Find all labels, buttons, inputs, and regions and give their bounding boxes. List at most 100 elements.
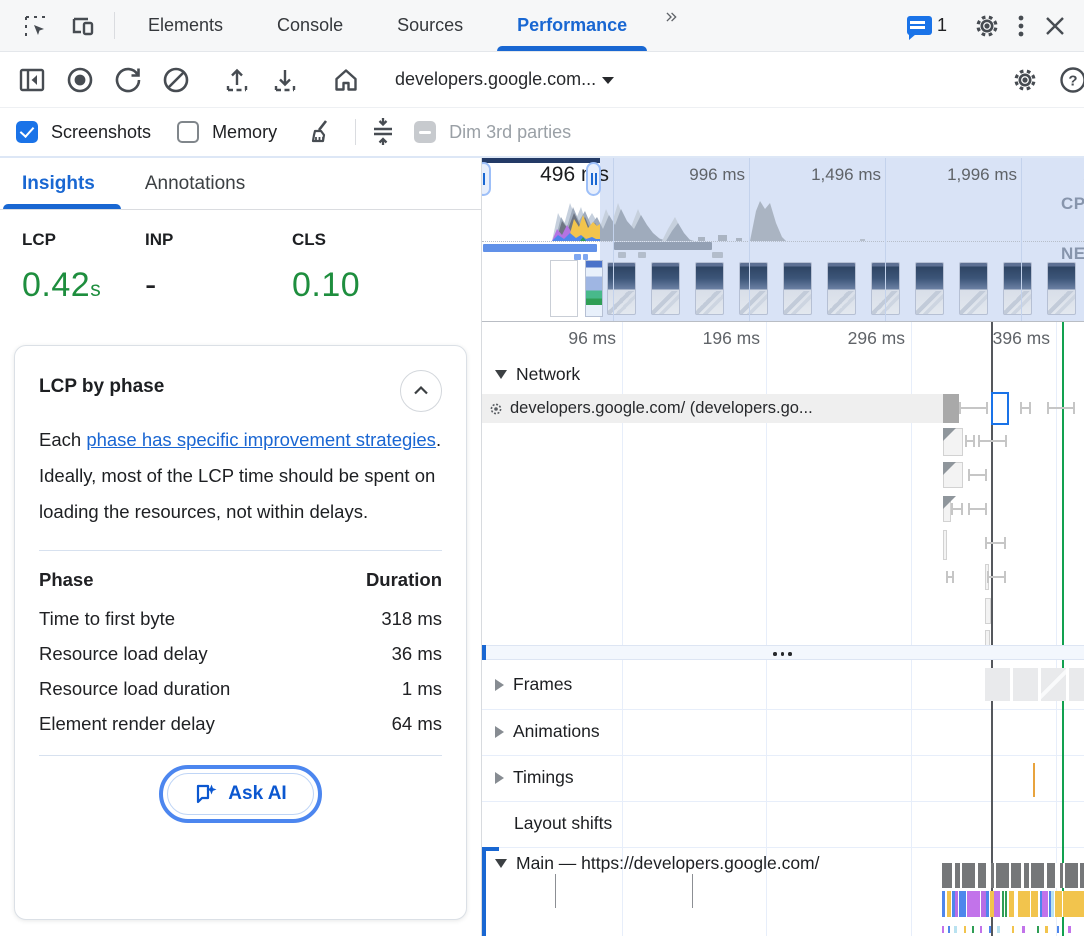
inspect-element-icon[interactable] <box>18 9 52 43</box>
issues-count: 1 <box>937 15 947 36</box>
main-flamechart-mini-row[interactable] <box>942 926 1084 933</box>
frame-block[interactable] <box>1069 668 1084 701</box>
filmstrip-frame[interactable] <box>695 262 724 315</box>
request-corner-fold <box>943 428 956 441</box>
overview-tick-label: 2,496 ms <box>1043 165 1084 185</box>
window-right-handle[interactable] <box>586 162 601 196</box>
history-url-selector[interactable]: developers.google.com... <box>383 69 626 90</box>
record-icon[interactable] <box>63 63 97 97</box>
timings-track-header[interactable]: Timings <box>495 767 574 788</box>
tab-performance[interactable]: Performance <box>490 0 654 51</box>
show-sidebar-icon[interactable] <box>15 63 49 97</box>
network-track-header[interactable]: Network <box>495 364 580 385</box>
frame-block[interactable] <box>985 668 1010 701</box>
tab-elements[interactable]: Elements <box>121 0 250 51</box>
dim-3rd-parties-checkbox[interactable] <box>414 121 436 143</box>
issues-counter[interactable]: 1 <box>907 15 947 36</box>
caret-down-icon <box>602 77 614 84</box>
dim-3rd-parties-label[interactable]: Dim 3rd parties <box>449 122 571 143</box>
main-flamechart-top-row[interactable] <box>942 863 1084 888</box>
close-icon[interactable] <box>1038 9 1072 43</box>
timeline-panel: CPU NET 496 ms996 ms1,496 ms1,996 ms2,49… <box>482 158 1084 936</box>
net-label: NET <box>1061 244 1084 264</box>
metric-lcp: LCP0.42s <box>22 230 145 345</box>
device-toolbar-icon[interactable] <box>66 9 100 43</box>
memory-checkbox[interactable] <box>177 121 199 143</box>
insights-sidebar: InsightsAnnotations LCP0.42sINP-CLS0.10 … <box>0 158 482 936</box>
main-track-header[interactable]: Main — https://developers.google.com/ <box>495 853 820 874</box>
filmstrip-frame[interactable] <box>651 262 680 315</box>
collapse-tracks-icon[interactable] <box>366 115 400 149</box>
memory-label[interactable]: Memory <box>212 122 277 143</box>
overview-gridline <box>1021 158 1022 321</box>
divider <box>114 12 115 39</box>
selected-url: developers.google.com... <box>395 69 596 90</box>
home-icon[interactable] <box>329 63 363 97</box>
phase-name: Resource load duration <box>39 678 230 700</box>
filmstrip-frame-fcp[interactable] <box>585 260 603 317</box>
more-tabs-icon[interactable] <box>654 0 688 34</box>
reload-record-icon[interactable] <box>111 63 145 97</box>
ruler-tick-label: 196 ms <box>650 328 760 349</box>
main-flamechart-color-row[interactable] <box>942 891 1084 917</box>
tab-sources[interactable]: Sources <box>370 0 490 51</box>
layout-shifts-track-header[interactable]: Layout shifts <box>514 813 612 834</box>
network-resize-handle[interactable] <box>482 645 1084 660</box>
track-separator <box>482 755 1084 756</box>
filmstrip-frame[interactable] <box>827 262 856 315</box>
timeline-overview[interactable]: CPU NET 496 ms996 ms1,496 ms1,996 ms2,49… <box>482 158 1084 322</box>
sidebar-tab-annotations[interactable]: Annotations <box>145 158 245 209</box>
screenshots-label[interactable]: Screenshots <box>51 122 151 143</box>
settings-gear-icon[interactable] <box>970 9 1004 43</box>
frame-block[interactable] <box>1013 668 1038 701</box>
overview-window-top <box>482 158 600 163</box>
network-request-whisker <box>951 508 963 510</box>
collapse-card-button[interactable] <box>400 370 442 412</box>
metric-value: 0.42 <box>22 266 90 304</box>
overview-gridline <box>885 158 886 321</box>
filmstrip-frame[interactable] <box>607 262 636 315</box>
timeline-tracks[interactable]: Network developers.google.com/ (develope… <box>482 322 1084 936</box>
filmstrip-frame-blank[interactable] <box>550 260 578 317</box>
chevron-collapsed-icon <box>495 772 504 784</box>
network-request-block[interactable] <box>943 530 947 560</box>
filmstrip-frame[interactable] <box>915 262 944 315</box>
kebab-menu-icon[interactable] <box>1004 9 1038 43</box>
filmstrip-frame[interactable] <box>959 262 988 315</box>
ask-ai-button[interactable]: Ask AI <box>167 773 313 815</box>
clear-icon[interactable] <box>159 63 193 97</box>
filmstrip-frame[interactable] <box>739 262 768 315</box>
phase-strategies-link[interactable]: phase has specific improvement strategie… <box>86 429 436 450</box>
tab-console[interactable]: Console <box>250 0 370 51</box>
upload-profile-icon[interactable] <box>220 63 254 97</box>
network-request-bar[interactable]: developers.google.com/ (developers.go... <box>482 394 943 423</box>
selected-request-outline[interactable] <box>991 392 1009 425</box>
filmstrip-frame[interactable] <box>1047 262 1076 315</box>
help-icon[interactable]: ? <box>1056 63 1084 97</box>
layout-shifts-track-label: Layout shifts <box>514 813 612 834</box>
filmstrip-frame[interactable] <box>783 262 812 315</box>
track-separator <box>482 847 1084 848</box>
network-request-block[interactable] <box>985 598 991 624</box>
track-separator <box>482 801 1084 802</box>
animations-track-header[interactable]: Animations <box>495 721 600 742</box>
screenshots-checkbox[interactable] <box>16 121 38 143</box>
ruler-tick-label: 296 ms <box>795 328 905 349</box>
download-profile-icon[interactable] <box>268 63 302 97</box>
network-request-whisker <box>978 440 1007 442</box>
window-left-handle[interactable] <box>482 162 491 196</box>
metric-label: LCP <box>22 230 145 250</box>
phase-duration: 36 ms <box>392 643 442 665</box>
network-request-block[interactable] <box>943 496 951 522</box>
filmstrip-frame[interactable] <box>1003 262 1032 315</box>
network-request-block[interactable] <box>943 462 963 488</box>
frames-track-header[interactable]: Frames <box>495 674 572 695</box>
overview-separator <box>482 241 1084 242</box>
net-bar <box>618 252 626 258</box>
network-request-block[interactable] <box>943 428 963 456</box>
capture-settings-gear-icon[interactable] <box>1008 63 1042 97</box>
frame-block[interactable] <box>1041 668 1066 701</box>
sidebar-tab-insights[interactable]: Insights <box>22 158 95 209</box>
timings-track-label: Timings <box>513 767 574 788</box>
garbage-collect-icon[interactable] <box>305 115 339 149</box>
